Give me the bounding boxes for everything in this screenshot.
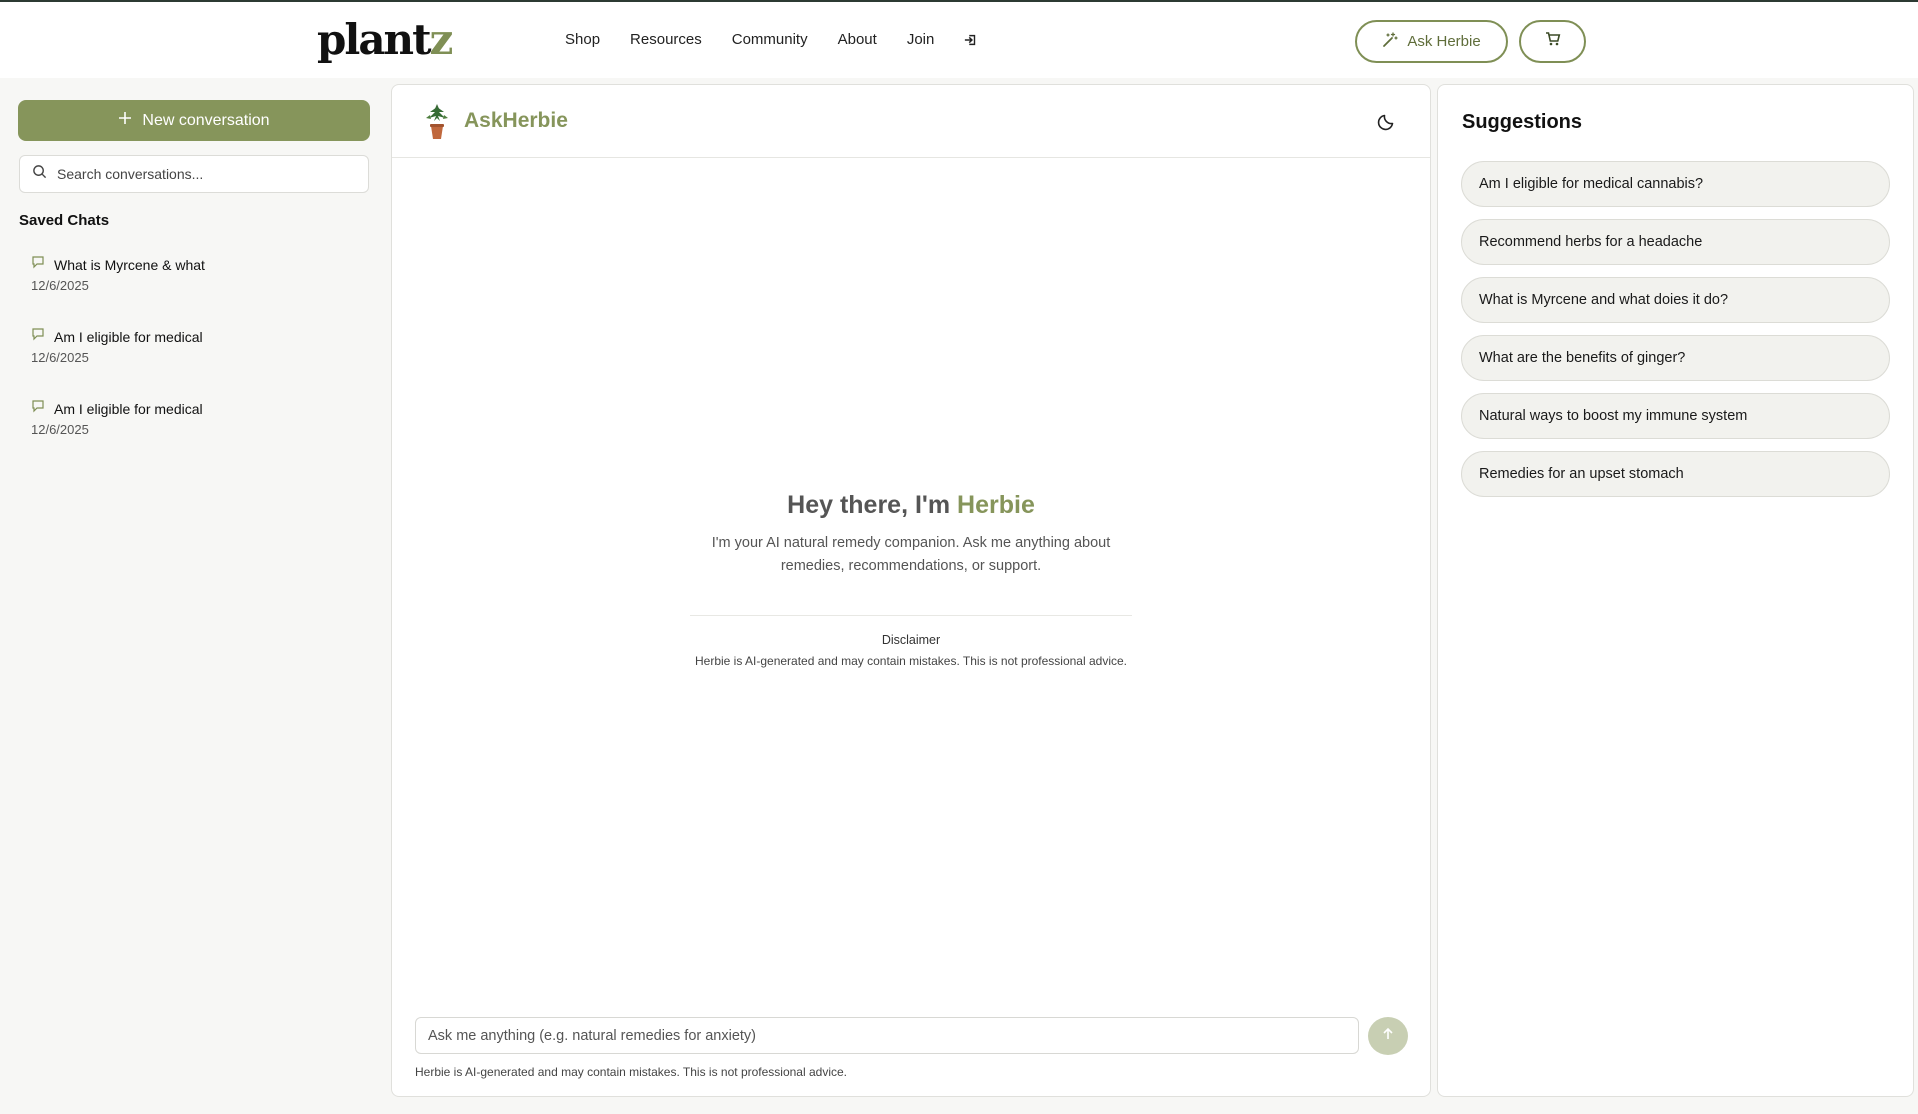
suggestion-chip[interactable]: What is Myrcene and what doies it do? [1461, 277, 1890, 323]
search-icon [32, 164, 47, 184]
plantz-logo[interactable]: plantz [317, 15, 453, 64]
dark-mode-toggle[interactable] [1377, 111, 1397, 131]
saved-chats-list: What is Myrcene & what 12/6/2025 Am I el… [31, 255, 361, 471]
top-navbar: plantz Shop Resources Community About Jo… [0, 2, 1918, 78]
disclaimer-text: Herbie is AI-generated and may contain m… [695, 654, 1127, 668]
new-conversation-label: New conversation [142, 111, 270, 129]
saved-chat-title: Am I eligible for medical [54, 400, 203, 417]
divider [690, 615, 1132, 616]
cart-button[interactable] [1519, 20, 1586, 63]
welcome-block: Hey there, I'm Herbie I'm your AI natura… [392, 490, 1430, 578]
chat-title: AskHerbie [464, 109, 568, 132]
nav-resources[interactable]: Resources [630, 30, 702, 50]
greeting-name: Herbie [957, 491, 1035, 519]
magic-wand-icon [1382, 31, 1398, 52]
arrow-up-icon [1381, 1027, 1395, 1046]
search-input[interactable] [57, 166, 347, 182]
suggestion-chip[interactable]: Am I eligible for medical cannabis? [1461, 161, 1890, 207]
chat-header: AskHerbie [392, 85, 1430, 158]
nav-shop[interactable]: Shop [565, 30, 600, 50]
saved-chat-date: 12/6/2025 [31, 422, 89, 437]
new-conversation-button[interactable]: New conversation [18, 100, 370, 141]
main-nav: Shop Resources Community About Join [565, 30, 978, 50]
suggestion-chip[interactable]: Recommend herbs for a headache [1461, 219, 1890, 265]
saved-chat-title: Am I eligible for medical [54, 328, 203, 345]
disclaimer-heading: Disclaimer [881, 633, 941, 647]
footer-disclaimer: Herbie is AI-generated and may contain m… [415, 1065, 847, 1079]
search-conversations [19, 155, 369, 193]
saved-chat-item[interactable]: Am I eligible for medical 12/6/2025 [31, 399, 361, 471]
message-composer [415, 1017, 1359, 1054]
chat-panel: AskHerbie Hey there, I'm Herbie I'm your… [391, 84, 1431, 1097]
saved-chat-item[interactable]: Am I eligible for medical 12/6/2025 [31, 327, 361, 399]
ask-herbie-label: Ask Herbie [1407, 33, 1481, 50]
message-input[interactable] [428, 1027, 1348, 1044]
nav-about[interactable]: About [838, 30, 877, 50]
send-button[interactable] [1368, 1017, 1408, 1055]
saved-chat-item[interactable]: What is Myrcene & what 12/6/2025 [31, 255, 361, 327]
logo-text: plant [317, 15, 431, 64]
plus-icon [118, 111, 132, 130]
logo-accent: z [429, 15, 453, 64]
cart-icon [1545, 31, 1561, 52]
intro-text: I'm your AI natural remedy companion. As… [711, 535, 1111, 574]
login-icon[interactable] [964, 30, 978, 50]
nav-community[interactable]: Community [732, 30, 808, 50]
herbie-plant-icon [422, 101, 452, 141]
greeting-prefix: Hey there, I'm [787, 491, 958, 519]
saved-chat-title: What is Myrcene & what [54, 256, 205, 273]
suggestion-chip[interactable]: Natural ways to boost my immune system [1461, 393, 1890, 439]
suggestions-panel: Suggestions Am I eligible for medical ca… [1437, 84, 1914, 1097]
saved-chat-date: 12/6/2025 [31, 350, 89, 365]
chat-bubble-icon [31, 327, 45, 346]
ask-herbie-button[interactable]: Ask Herbie [1355, 20, 1508, 63]
saved-chat-date: 12/6/2025 [31, 278, 89, 293]
greeting-heading: Hey there, I'm Herbie [392, 490, 1430, 520]
suggestion-chip[interactable]: Remedies for an upset stomach [1461, 451, 1890, 497]
moon-icon [1377, 114, 1397, 135]
nav-join[interactable]: Join [907, 30, 935, 50]
suggestions-list: Am I eligible for medical cannabis? Reco… [1461, 161, 1890, 509]
saved-chats-heading: Saved Chats [19, 212, 110, 229]
suggestion-chip[interactable]: What are the benefits of ginger? [1461, 335, 1890, 381]
suggestions-heading: Suggestions [1462, 111, 1583, 133]
chat-bubble-icon [31, 399, 45, 418]
conversations-sidebar: New conversation Saved Chats What is Myr… [0, 78, 388, 1114]
chat-bubble-icon [31, 255, 45, 274]
